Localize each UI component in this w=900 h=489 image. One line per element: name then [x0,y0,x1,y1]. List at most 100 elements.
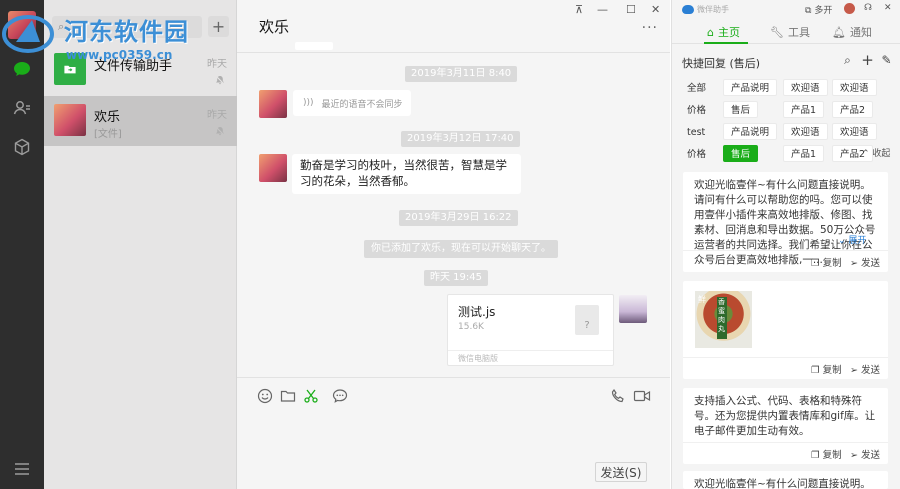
chevron-down-icon: ⌄ [838,236,846,246]
reply-card[interactable]: 支持插入公式、代码、表格和特殊符号。还为您提供内置表情库和gif库。让电子邮件更… [683,388,888,464]
reply-card-image[interactable]: 鲜 香蜜肉丸 ❐ 复制 ➢ 发送 [683,281,888,379]
search-icon[interactable]: ⌕ [841,54,854,67]
conversation-item-huanle[interactable]: 欢乐 [文件] 昨天 [44,96,237,146]
category-chip[interactable]: 欢迎语 [783,79,828,96]
reply-card[interactable]: 欢迎光临壹伴~有什么问题直接说明。请问有什 [683,471,888,489]
menu-icon[interactable] [11,458,33,480]
close-panel-icon[interactable]: ✕ [884,3,892,13]
image-label: 香蜜肉丸 [718,298,725,333]
wrench-icon: 🔧︎ [770,25,784,39]
active-tab-indicator [704,42,748,44]
headset-icon[interactable]: ☊ [864,3,872,13]
message-input[interactable] [247,412,657,460]
watermark-url: www.pc0359.cn [66,48,173,62]
voice-message-bubble[interactable]: ))) 最近的语音不会同步 [293,90,411,116]
add-icon[interactable]: + [861,53,874,68]
assistant-tabs: ⌂ 主页 🔧︎ 工具 🔔︎ 通知 [672,22,900,44]
contact-avatar[interactable] [259,154,287,182]
edit-icon[interactable]: ✎ [880,54,893,67]
multi-open-icon: ⧉ [805,6,812,16]
contact-avatar[interactable] [259,90,287,118]
assistant-name: 微伴助手 [697,5,729,14]
category-chip[interactable]: 产品1 [783,101,825,118]
category-chip[interactable]: 产品1 [783,145,825,162]
reply-card-text: 欢迎光临壹伴~有什么问题直接说明。请问有什 [694,478,871,489]
mini-program-cube-icon[interactable] [11,136,33,158]
reply-card-text: 支持插入公式、代码、表格和特殊符号。还为您提供内置表情库和gif库。让电子邮件更… [694,395,876,437]
send-reply-button[interactable]: ➢ 发送 [850,447,880,461]
timestamp: 2019年3月11日 8:40 [405,66,518,82]
card-actions: ❐ 复制 ➢ 发送 [683,442,888,464]
home-icon: ⌂ [707,25,714,39]
system-tip: 你已添加了欢乐，现在可以开始聊天了。 [364,240,558,258]
mute-bell-icon [215,126,225,136]
assistant-logo-icon [682,5,694,14]
maximize-button[interactable]: ☐ [626,3,636,16]
mute-bell-icon [215,75,225,85]
send-icon: ➢ [850,258,858,269]
minimize-button[interactable]: — [597,3,608,16]
copy-button[interactable]: ❐ 复制 [811,447,842,461]
emoji-icon[interactable] [257,388,273,404]
category-chip[interactable]: 欢迎语 [832,79,877,96]
more-options-icon[interactable]: ··· [642,20,658,36]
multi-open-button[interactable]: ⧉ 多开 [805,3,832,16]
send-reply-button[interactable]: ➢ 发送 [850,255,880,269]
chat-icon[interactable] [11,58,33,80]
voice-call-icon[interactable] [610,388,626,404]
voice-note: 最近的语音不会同步 [321,99,403,110]
unknown-file-icon: ? [575,305,599,335]
watermark-title: 河东软件园 [64,18,189,46]
card-actions: ❐ 复制 ➢ 发送 [683,357,888,379]
category-chip[interactable]: 价格 [682,101,714,118]
category-chip[interactable]: 欢迎语 [832,123,877,140]
category-chip[interactable]: 价格 [682,145,714,162]
chat-panel: 欢乐 ⊼ — ☐ ✕ ··· 2019年3月11日 8:40 ))) 最近的语音… [237,0,670,489]
chat-title: 欢乐 [259,18,290,36]
folder-icon[interactable] [280,388,296,404]
my-avatar[interactable] [619,295,647,323]
add-button[interactable]: + [208,16,229,37]
tab-notifications[interactable]: 🔔︎ 通知 [832,24,872,40]
category-chip[interactable]: 产品说明 [723,123,778,140]
expand-button[interactable]: ⌄ 展开 [838,233,866,246]
category-chip[interactable]: 售后 [723,145,759,162]
voice-wave-icon: ))) [303,98,314,108]
conversation-time: 昨天 [207,110,227,121]
tab-home[interactable]: ⌂ 主页 [707,24,740,40]
send-icon: ➢ [850,450,858,461]
category-chip[interactable]: 欢迎语 [783,123,828,140]
conversation-time: 昨天 [207,59,227,70]
file-message-card[interactable]: 测试.js 15.6K ? 微信电脑版 [447,294,614,366]
assistant-avatar[interactable] [844,3,855,14]
chat-history-icon[interactable] [332,388,348,404]
pin-icon[interactable]: ⊼ [575,3,583,16]
copy-button[interactable]: ❐ 复制 [811,255,842,269]
reply-card[interactable]: 欢迎光临壹伴~有什么问题直接说明。请问有什么可以帮助您的吗。您可以使用壹伴小插件… [683,172,888,272]
contact-avatar [54,104,86,136]
send-button[interactable]: 发送(S) [595,462,647,482]
copy-button[interactable]: ❐ 复制 [811,362,842,376]
category-chip[interactable]: 产品说明 [723,79,778,96]
copy-icon: ❐ [811,258,820,269]
conversation-preview: [文件] [94,129,122,140]
copy-icon: ❐ [811,450,820,461]
text-message-bubble[interactable]: 勤奋是学习的枝叶，当然很苦，智慧是学习的花朵，当然香郁。 [292,154,521,194]
screenshot-scissors-icon[interactable] [303,388,319,404]
wechat-window: ⌕ + 文件传输助手 昨天 欢乐 [文件] 昨天 欢乐 ⊼ — ☐ ✕ ··· … [0,0,900,489]
send-reply-button[interactable]: ➢ 发送 [850,362,880,376]
category-chip[interactable]: 全部 [682,79,714,96]
contacts-icon[interactable] [11,97,33,119]
quick-reply-title: 快捷回复 (售后) [682,57,761,70]
conversation-name: 欢乐 [94,110,121,125]
tab-tools[interactable]: 🔧︎ 工具 [770,24,810,40]
bell-icon: 🔔︎ [832,25,846,39]
category-chip[interactable]: 产品2 [832,101,874,118]
close-button[interactable]: ✕ [651,3,660,16]
video-call-icon[interactable] [633,388,651,404]
collapse-button[interactable]: ⌃ 收起 [862,146,890,159]
side-nav [0,0,44,489]
watermark-logo-icon [2,15,54,53]
category-chip[interactable]: 售后 [723,101,759,118]
category-chip[interactable]: test [682,123,713,140]
